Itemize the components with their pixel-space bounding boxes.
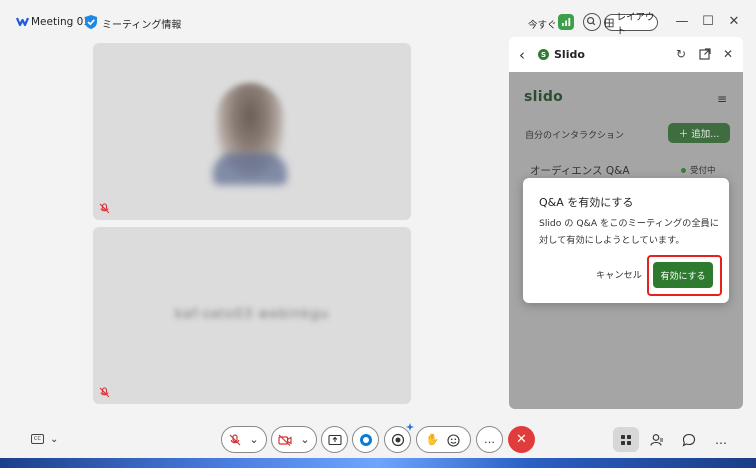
participant-name-blurred: kaf-sato03 webinkgu	[174, 307, 330, 322]
dialog-title: Q&A を有効にする	[539, 196, 634, 209]
status-dot-icon	[681, 167, 686, 173]
close-window-button[interactable]: ✕	[727, 14, 741, 29]
ai-assistant-icon	[359, 433, 372, 446]
muted-mic-icon	[99, 203, 110, 214]
participants-icon	[650, 433, 663, 446]
share-button[interactable]	[321, 426, 348, 453]
app-title: Meeting 01	[31, 16, 91, 28]
apps-button[interactable]	[613, 427, 639, 452]
audience-qa-title[interactable]: オーディエンス Q&A	[530, 163, 630, 178]
hamburger-menu-icon[interactable]: ≡	[717, 92, 727, 106]
pop-out-icon[interactable]	[698, 47, 712, 61]
cancel-button[interactable]: キャンセル	[596, 267, 642, 281]
chevron-down-icon: ⌄	[300, 433, 310, 446]
participant-body-blurred	[213, 153, 287, 185]
more-panels-button[interactable]: …	[708, 427, 734, 452]
add-interaction-button[interactable]: ＋ 追加...	[668, 123, 730, 143]
slido-panel-header: ‹ S Slido ↻ ✕	[509, 37, 743, 72]
share-screen-icon	[327, 434, 342, 445]
ai-assistant-button[interactable]	[352, 426, 379, 453]
raise-hand-icon: ✋	[425, 433, 440, 446]
close-panel-button[interactable]: ✕	[721, 47, 735, 61]
chevron-down-icon: ⌄	[50, 433, 59, 445]
qa-status-label: 受付中	[690, 166, 716, 176]
refresh-icon[interactable]: ↻	[674, 47, 688, 61]
maximize-button[interactable]: ☐	[701, 14, 715, 29]
record-button[interactable]	[384, 423, 414, 453]
qa-status-badge: 受付中	[681, 164, 716, 176]
meeting-time-label: 今すぐ	[528, 20, 557, 31]
slido-app-icon: S	[538, 49, 549, 60]
record-icon	[391, 433, 404, 446]
captions-button[interactable]: CC ⌄	[31, 428, 63, 450]
more-options-button[interactable]: …	[476, 426, 503, 453]
back-button[interactable]: ‹	[519, 46, 525, 64]
enable-button[interactable]: 有効にする	[653, 262, 713, 288]
layout-button[interactable]: レイアウト	[604, 12, 658, 37]
minimize-button[interactable]: —	[675, 14, 689, 29]
webex-logo-icon	[16, 17, 29, 27]
my-interactions-label: 自分のインタラクション	[525, 131, 625, 141]
layout-grid-icon	[605, 18, 614, 27]
chat-button[interactable]	[676, 427, 702, 452]
layout-label: レイアウト	[616, 11, 655, 37]
apps-grid-icon	[621, 434, 631, 445]
network-signal-icon[interactable]	[558, 14, 574, 30]
dialog-body: Slido の Q&A をこのミーティングの全員に対して有効にしようとしています…	[539, 218, 719, 246]
captions-icon: CC	[31, 434, 44, 444]
participants-button[interactable]	[644, 427, 670, 452]
panel-title: Slido	[554, 48, 585, 61]
shield-icon[interactable]	[84, 14, 98, 30]
sparkle-icon	[406, 423, 414, 431]
slido-logo: slido	[524, 89, 564, 105]
reaction-emoji-icon	[447, 433, 460, 447]
video-tile-participant-2[interactable]: kaf-sato03 webinkgu	[93, 227, 411, 404]
meeting-info-link[interactable]: ミーティング情報	[102, 16, 181, 31]
video-off-icon	[278, 434, 292, 446]
desktop-wallpaper-strip	[0, 458, 756, 468]
muted-mic-icon	[229, 433, 241, 445]
end-call-button[interactable]: ✕	[508, 426, 535, 453]
chat-icon	[682, 433, 696, 447]
video-tile-participant-1[interactable]	[93, 43, 411, 220]
enable-qa-dialog: Q&A を有効にする Slido の Q&A をこのミーティングの全員に対して有…	[523, 178, 729, 303]
muted-mic-icon	[99, 387, 110, 398]
stop-video-button[interactable]: ⌄	[271, 426, 317, 453]
mute-button[interactable]: ⌄	[221, 426, 267, 453]
chevron-down-icon: ⌄	[249, 433, 259, 446]
zoom-icon[interactable]	[583, 13, 601, 31]
reactions-button[interactable]: ✋	[416, 426, 471, 453]
